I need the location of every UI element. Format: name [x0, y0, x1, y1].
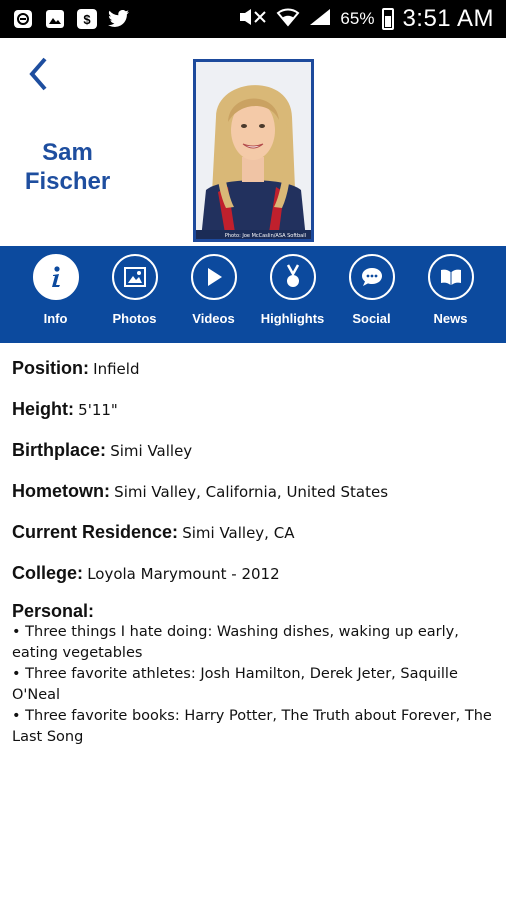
info-row-residence: Current Residence: Simi Valley, CA [12, 521, 494, 545]
tab-social[interactable]: Social [335, 246, 409, 343]
medal-icon [269, 254, 316, 300]
tab-social-label: Social [352, 311, 391, 326]
info-personal: Personal: • Three things I hate doing: W… [12, 601, 494, 748]
status-bar: $ 65% 3:51 AM [0, 0, 506, 38]
personal-item: • Three things I hate doing: Washing dis… [12, 624, 459, 661]
back-button[interactable] [26, 56, 56, 96]
info-row-height: Height: 5'11" [12, 398, 494, 422]
chevron-left-icon [29, 57, 47, 91]
signal-icon [308, 7, 332, 32]
birthplace-value: Simi Valley [110, 442, 193, 460]
book-icon [427, 254, 474, 300]
college-label: College: [12, 563, 84, 583]
residence-value: Simi Valley, CA [182, 524, 295, 542]
player-photo: Photo: Joe McCaslin/ASA Softball [193, 59, 314, 242]
profile-header: Sam Fischer Photo: Joe McCaslin/ASA Soft… [0, 38, 506, 246]
info-row-hometown: Hometown: Simi Valley, California, Unite… [12, 480, 494, 504]
birthplace-label: Birthplace: [12, 440, 107, 460]
notification-icon [12, 8, 34, 30]
position-label: Position: [12, 358, 89, 378]
dollar-icon: $ [76, 8, 98, 30]
tab-highlights-label: Highlights [260, 311, 325, 326]
battery-percent: 65% [340, 9, 375, 28]
personal-label: Personal: [12, 601, 95, 621]
status-left-icons: $ [12, 8, 130, 30]
tab-info-label: Info [43, 311, 68, 326]
svg-text:Photo: Joe McCaslin/ASA Softba: Photo: Joe McCaslin/ASA Softball [225, 233, 306, 239]
personal-item: • Three favorite athletes: Josh Hamilton… [12, 666, 458, 703]
info-row-position: Position: Infield [12, 357, 494, 381]
image-icon [44, 8, 66, 30]
residence-label: Current Residence: [12, 522, 179, 542]
height-label: Height: [12, 399, 74, 419]
clock: 3:51 AM [402, 5, 494, 32]
personal-item: • Three favorite books: Harry Potter, Th… [12, 708, 492, 745]
twitter-icon [108, 8, 130, 30]
play-icon [190, 254, 237, 300]
player-name: Sam Fischer [24, 139, 111, 195]
height-value: 5'11" [78, 401, 118, 419]
tab-videos[interactable]: Videos [177, 246, 251, 343]
mute-icon [238, 7, 268, 32]
chat-icon [348, 254, 395, 300]
tab-news-label: News [433, 311, 468, 326]
tab-photos[interactable]: Photos [98, 246, 172, 343]
tab-news[interactable]: News [414, 246, 488, 343]
wifi-icon [276, 7, 300, 32]
tab-videos-label: Videos [192, 311, 235, 326]
status-right: 65% 3:51 AM [238, 5, 494, 33]
hometown-label: Hometown: [12, 481, 110, 501]
info-icon [32, 254, 79, 300]
tab-highlights[interactable]: Highlights [256, 246, 330, 343]
battery-icon [382, 8, 395, 30]
player-info: Position: Infield Height: 5'11" Birthpla… [0, 343, 506, 748]
info-row-birthplace: Birthplace: Simi Valley [12, 439, 494, 463]
hometown-value: Simi Valley, California, United States [114, 483, 389, 501]
section-nav: Info Photos Videos Highlights Social New… [0, 246, 506, 343]
college-value: Loyola Marymount - 2012 [87, 565, 280, 583]
photo-icon [111, 254, 158, 300]
tab-photos-label: Photos [112, 311, 157, 326]
position-value: Infield [93, 360, 140, 378]
tab-info[interactable]: Info [19, 246, 93, 343]
info-row-college: College: Loyola Marymount - 2012 [12, 562, 494, 586]
